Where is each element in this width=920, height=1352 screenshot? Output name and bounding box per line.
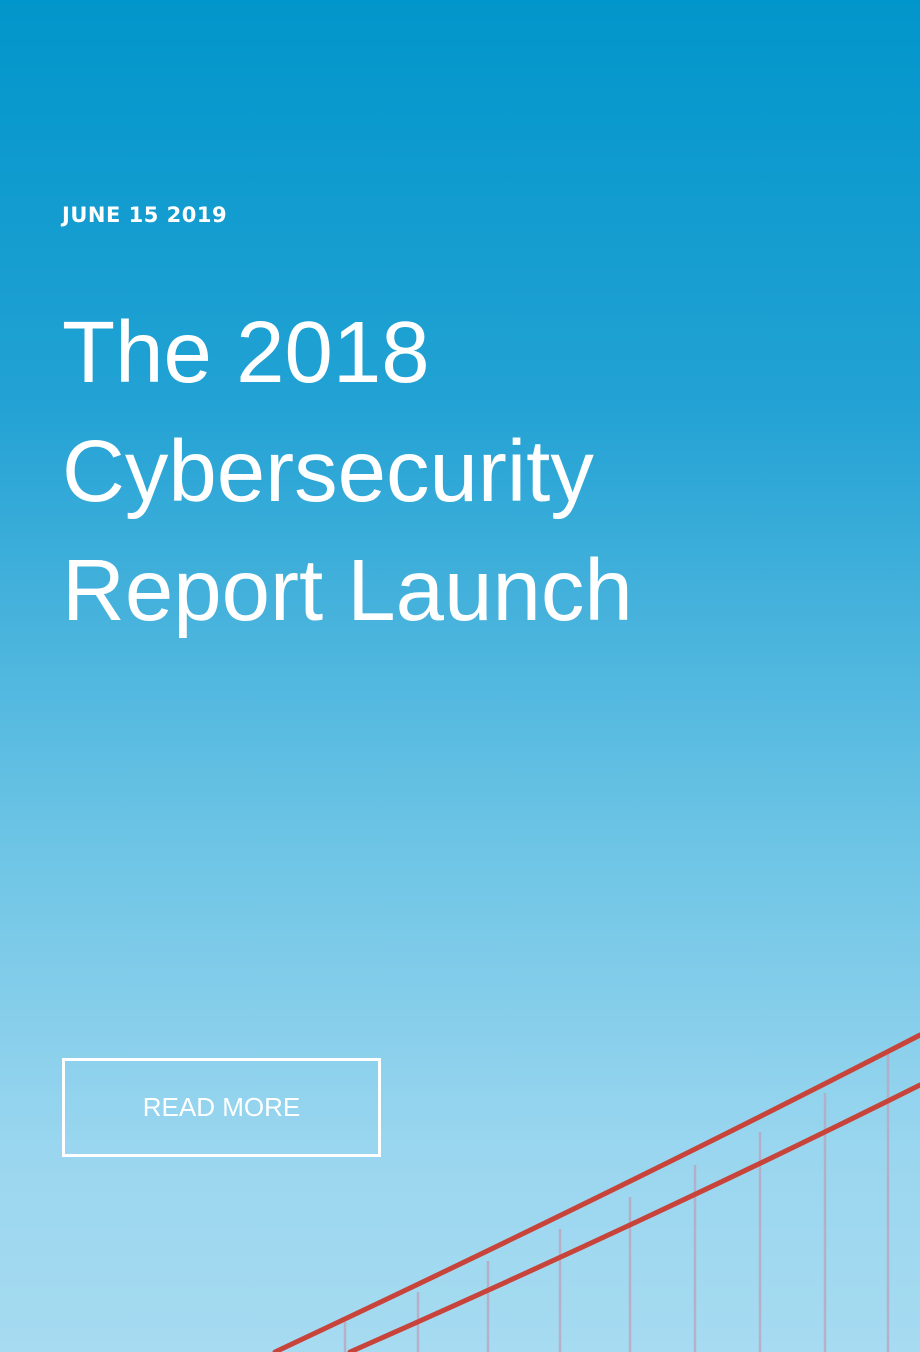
post-title: The 2018 Cybersecurity Report Launch bbox=[62, 293, 882, 650]
post-title-line: Cybersecurity bbox=[62, 423, 594, 520]
report-launch-card: JUNE 15 2019 The 2018 Cybersecurity Repo… bbox=[0, 0, 920, 1352]
post-title-line: The 2018 bbox=[62, 304, 430, 401]
post-date: JUNE 15 2019 bbox=[62, 203, 228, 227]
read-more-button[interactable]: READ MORE bbox=[62, 1058, 381, 1157]
post-title-line: Report Launch bbox=[62, 542, 633, 639]
